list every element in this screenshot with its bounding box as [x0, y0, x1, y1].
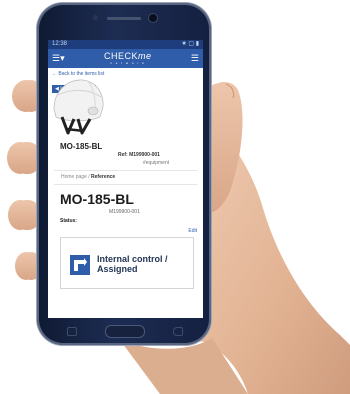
breadcrumb-current: Reference: [91, 174, 116, 180]
photo-scene: 12:38 ★ ▢ ▮ ☰▾ CHECKme n e t w o r k ☰ ←…: [0, 0, 350, 394]
workflow-arrow-icon: [70, 255, 90, 275]
edit-link[interactable]: Edit: [188, 228, 197, 234]
page-title: MO-185-BL: [60, 191, 134, 207]
product-ref: Ref: M199900-001: [118, 152, 160, 158]
helmet-product-image: [53, 79, 104, 135]
status-icons: ★ ▢ ▮: [181, 41, 199, 47]
status-card[interactable]: Internal control / Assigned: [60, 237, 194, 289]
card-title: Internal control / Assigned: [97, 254, 168, 274]
status-time: 12:38: [52, 41, 68, 47]
status-label: Status:: [60, 218, 77, 224]
detail-ref: M199900-001: [109, 209, 140, 215]
divider: [54, 170, 197, 171]
proximity-sensor: [93, 15, 98, 20]
front-camera: [149, 14, 157, 22]
app-header: ☰▾ CHECKme n e t w o r k ☰: [48, 49, 203, 68]
equipment-hashtag[interactable]: #equipment: [143, 160, 169, 166]
product-code: MO-185-BL: [60, 142, 103, 151]
hamburger-menu-icon[interactable]: ☰▾: [52, 53, 65, 64]
recent-apps-key[interactable]: [67, 327, 77, 336]
breadcrumb: Home page / Reference: [61, 174, 115, 180]
breadcrumb-home[interactable]: Home page: [61, 174, 87, 180]
back-key[interactable]: [173, 327, 183, 336]
checkme-logo[interactable]: CHECKme n e t w o r k: [104, 52, 152, 66]
earpiece-speaker: [107, 17, 141, 20]
home-button[interactable]: [105, 325, 145, 338]
menu-icon[interactable]: ☰: [191, 53, 199, 64]
phone-screen: 12:38 ★ ▢ ▮ ☰▾ CHECKme n e t w o r k ☰ ←…: [48, 40, 203, 318]
status-bar: 12:38 ★ ▢ ▮: [48, 40, 203, 49]
divider: [54, 184, 197, 185]
